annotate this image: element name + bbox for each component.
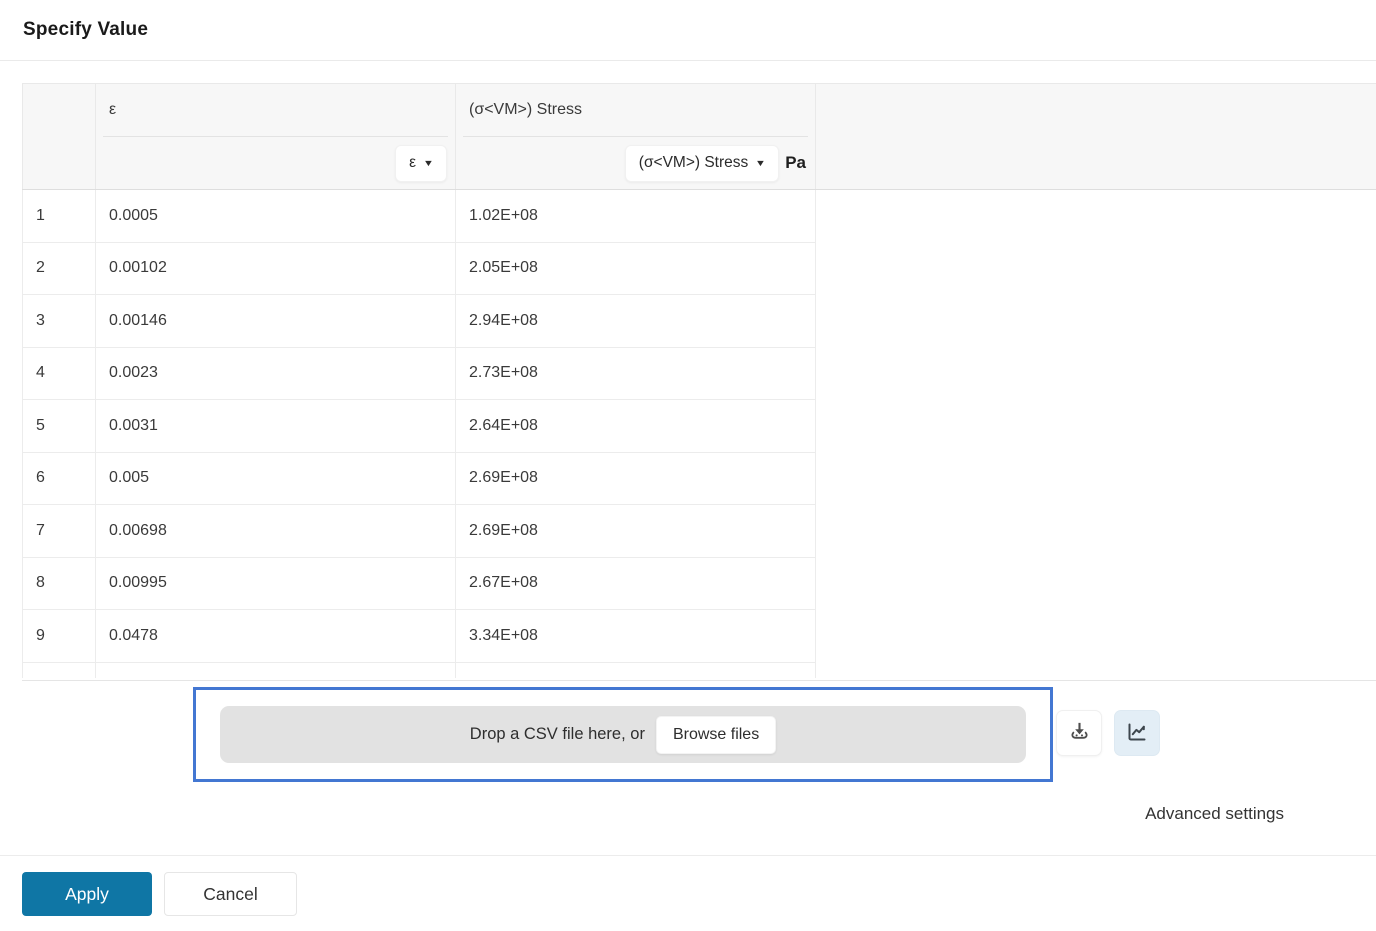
row-index-cell: 4 xyxy=(22,347,96,399)
caret-down-icon: ▼ xyxy=(755,157,767,168)
row-index-header-cell xyxy=(22,84,96,189)
table-row: 9 0.0478 3.34E+08 xyxy=(22,610,816,663)
epsilon-cell[interactable]: 0.005 xyxy=(96,452,456,504)
epsilon-dropdown-label: ε xyxy=(409,154,417,171)
row-index-cell xyxy=(22,662,96,678)
dialog-footer: Apply Cancel xyxy=(0,855,1376,931)
epsilon-cell[interactable]: 0.0023 xyxy=(96,347,456,399)
csv-dropzone[interactable]: Drop a CSV file here, or Browse files xyxy=(193,687,1053,782)
stress-cell[interactable]: 2.94E+08 xyxy=(456,295,816,347)
header-filler xyxy=(816,84,1376,189)
caret-down-icon: ▼ xyxy=(422,157,435,168)
stress-cell[interactable]: 2.73E+08 xyxy=(456,347,816,399)
table-header: ε ε ▼ (σ<VM>) Stress (σ<VM>) Stress ▼ Pa xyxy=(22,83,1376,190)
row-index-cell: 9 xyxy=(22,610,96,662)
apply-button[interactable]: Apply xyxy=(22,872,152,916)
advanced-settings-link[interactable]: Advanced settings xyxy=(1145,804,1284,824)
stress-cell[interactable]: 2.05E+08 xyxy=(456,242,816,294)
page-title: Specify Value xyxy=(23,19,149,40)
browse-files-button[interactable]: Browse files xyxy=(655,715,777,754)
stress-cell[interactable]: 1.02E+08 xyxy=(456,190,816,242)
table-row: 3 0.00146 2.94E+08 xyxy=(22,295,816,348)
download-csv-button[interactable] xyxy=(1056,710,1102,756)
table-row: 1 0.0005 1.02E+08 xyxy=(22,190,816,243)
stress-cell[interactable] xyxy=(456,662,816,678)
row-index-cell: 8 xyxy=(22,557,96,609)
epsilon-cell[interactable]: 0.00146 xyxy=(96,295,456,347)
epsilon-cell[interactable] xyxy=(96,662,456,678)
stress-cell[interactable]: 2.69E+08 xyxy=(456,505,816,557)
row-index-cell: 5 xyxy=(22,400,96,452)
epsilon-cell[interactable]: 0.0478 xyxy=(96,610,456,662)
specify-value-dialog: Specify Value ε ε ▼ (σ<VM>) Stress (σ<VM… xyxy=(0,0,1376,931)
table-row: 6 0.005 2.69E+08 xyxy=(22,452,816,505)
row-index-cell: 1 xyxy=(22,190,96,242)
epsilon-cell[interactable]: 0.0031 xyxy=(96,400,456,452)
table-bottom-border xyxy=(22,680,1376,681)
dropzone-text: Drop a CSV file here, or xyxy=(469,725,645,743)
stress-cell[interactable]: 2.69E+08 xyxy=(456,452,816,504)
stress-cell[interactable]: 3.34E+08 xyxy=(456,610,816,662)
csv-dropzone-inner: Drop a CSV file here, or Browse files xyxy=(220,706,1026,763)
row-index-cell: 3 xyxy=(22,295,96,347)
line-chart-icon xyxy=(1125,720,1149,747)
epsilon-cell[interactable]: 0.00995 xyxy=(96,557,456,609)
row-index-cell: 7 xyxy=(22,505,96,557)
epsilon-column-label: ε xyxy=(109,101,117,118)
table-row-partial xyxy=(22,662,816,678)
epsilon-cell[interactable]: 0.00698 xyxy=(96,505,456,557)
row-index-cell: 6 xyxy=(22,452,96,504)
table-row: 7 0.00698 2.69E+08 xyxy=(22,505,816,558)
stress-unit-label: Pa xyxy=(785,153,806,172)
titlebar: Specify Value xyxy=(0,0,1376,61)
stress-cell[interactable]: 2.67E+08 xyxy=(456,557,816,609)
stress-cell[interactable]: 2.64E+08 xyxy=(456,400,816,452)
row-index-cell: 2 xyxy=(22,242,96,294)
epsilon-cell[interactable]: 0.00102 xyxy=(96,242,456,294)
table-body: 1 0.0005 1.02E+08 2 0.00102 2.05E+08 3 0… xyxy=(22,190,816,678)
stress-column-dropdown[interactable]: (σ<VM>) Stress ▼ xyxy=(624,144,780,182)
table-row: 8 0.00995 2.67E+08 xyxy=(22,557,816,610)
table-row: 5 0.0031 2.64E+08 xyxy=(22,400,816,453)
epsilon-column-dropdown[interactable]: ε ▼ xyxy=(395,144,447,182)
table-row: 4 0.0023 2.73E+08 xyxy=(22,347,816,400)
cancel-button[interactable]: Cancel xyxy=(164,872,297,916)
stress-column-header: (σ<VM>) Stress (σ<VM>) Stress ▼ Pa xyxy=(456,84,816,189)
download-icon xyxy=(1068,720,1091,746)
show-chart-button[interactable] xyxy=(1114,710,1160,756)
stress-dropdown-label: (σ<VM>) Stress xyxy=(638,154,749,171)
epsilon-column-header: ε ε ▼ xyxy=(96,84,456,189)
table-row: 2 0.00102 2.05E+08 xyxy=(22,242,816,295)
epsilon-cell[interactable]: 0.0005 xyxy=(96,190,456,242)
stress-column-label: (σ<VM>) Stress xyxy=(469,101,583,118)
